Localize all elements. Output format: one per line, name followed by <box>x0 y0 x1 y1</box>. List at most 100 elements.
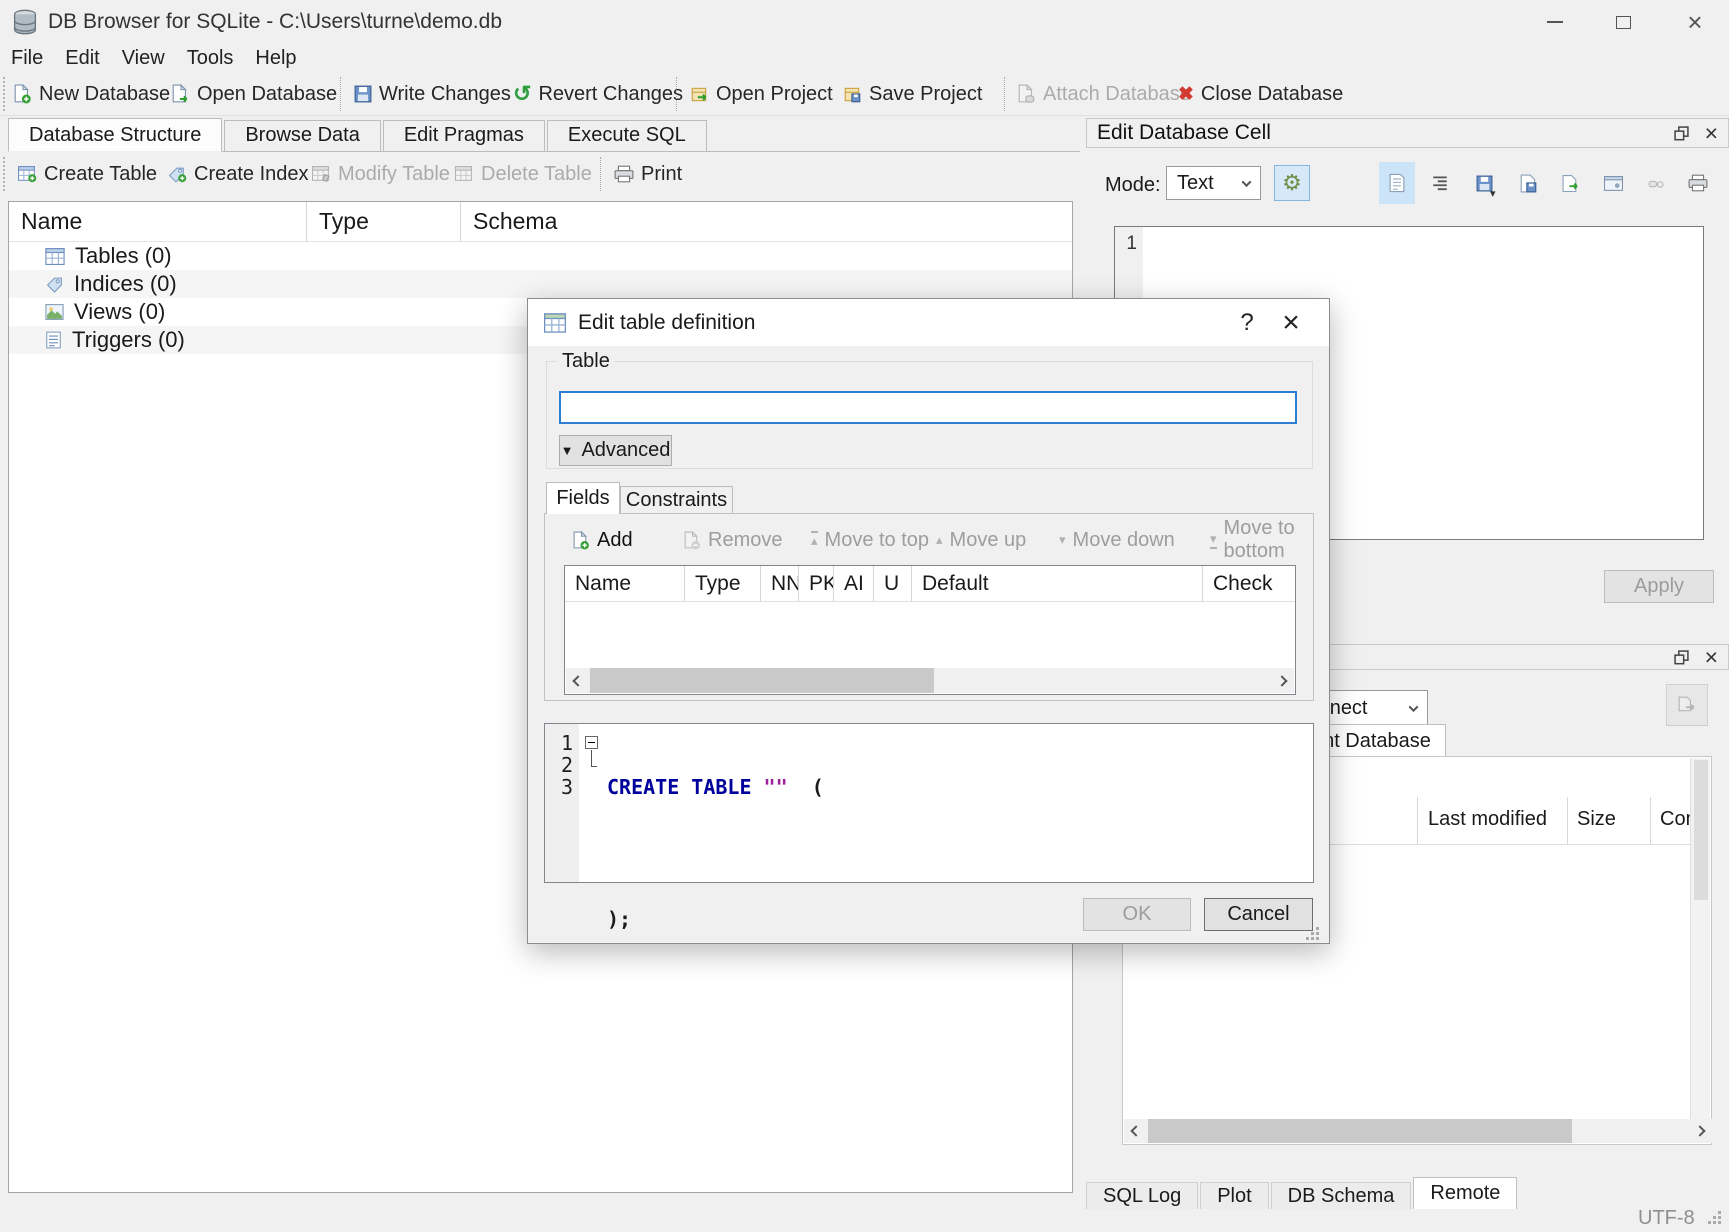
dialog-resize-grip[interactable] <box>1316 927 1319 930</box>
mode-combobox[interactable]: Text <box>1166 166 1261 200</box>
tab-edit-pragmas[interactable]: Edit Pragmas <box>383 120 545 151</box>
dialog-close-button[interactable]: × <box>1269 306 1313 340</box>
modify-table-button[interactable]: Modify Table <box>312 155 450 193</box>
menu-edit[interactable]: Edit <box>54 47 110 70</box>
scrollbar-thumb[interactable] <box>1694 760 1708 900</box>
tree-header-type[interactable]: Type <box>307 202 461 242</box>
image-view-button[interactable] <box>1595 165 1631 201</box>
advanced-button[interactable]: ▼ Advanced <box>559 435 672 466</box>
maximize-button[interactable] <box>1600 7 1646 37</box>
minimize-button[interactable] <box>1532 7 1578 37</box>
horizontal-scrollbar[interactable] <box>1124 1119 1712 1143</box>
close-panel-icon[interactable]: × <box>1705 123 1718 143</box>
word-wrap-button[interactable] <box>1422 165 1458 201</box>
cancel-button[interactable]: Cancel <box>1204 898 1313 931</box>
window-resize-grip[interactable] <box>1718 1211 1721 1214</box>
save-cell-button[interactable]: ▾ <box>1466 165 1502 201</box>
move-to-bottom-button[interactable]: ▾ Move to bottom <box>1210 525 1329 555</box>
scroll-left-icon[interactable] <box>566 668 590 693</box>
write-changes-button[interactable]: Write Changes <box>354 75 511 113</box>
remote-header-size[interactable]: Size <box>1577 808 1616 831</box>
dialog-title-bar: Edit table definition ? × <box>528 299 1329 346</box>
code-fold-icon[interactable] <box>585 736 598 749</box>
print-button[interactable]: Print <box>614 155 682 193</box>
new-database-icon <box>14 84 32 104</box>
close-panel-icon[interactable]: × <box>1705 647 1718 667</box>
col-u[interactable]: U <box>874 566 912 602</box>
encoding-indicator[interactable]: UTF-8 <box>1638 1207 1695 1230</box>
tab-fields[interactable]: Fields <box>546 482 620 514</box>
remote-header-commit[interactable]: Commit <box>1660 808 1690 831</box>
tab-execute-sql[interactable]: Execute SQL <box>547 120 707 151</box>
revert-changes-button[interactable]: ↺ Revert Changes <box>513 75 683 113</box>
vertical-scrollbar[interactable] <box>1690 758 1710 1120</box>
edit-cell-panel-title: Edit Database Cell <box>1097 121 1271 145</box>
save-project-icon <box>843 85 862 104</box>
create-table-button[interactable]: Create Table <box>18 155 157 193</box>
table-name-input[interactable] <box>559 391 1297 424</box>
import-cell-button[interactable] <box>1510 165 1546 201</box>
tab-browse-data[interactable]: Browse Data <box>224 120 381 151</box>
text-view-button[interactable] <box>1379 162 1415 204</box>
col-name[interactable]: Name <box>565 566 685 602</box>
print-icon <box>614 165 634 183</box>
create-index-button[interactable]: Create Index <box>168 155 309 193</box>
save-project-button[interactable]: Save Project <box>843 75 982 113</box>
tree-header-name[interactable]: Name <box>9 202 307 242</box>
remove-field-button[interactable]: Remove <box>684 525 782 555</box>
tab-constraints[interactable]: Constraints <box>620 486 733 513</box>
close-button[interactable]: × <box>1672 7 1718 37</box>
scroll-right-icon[interactable] <box>1270 668 1294 693</box>
remote-header-last-modified[interactable]: Last modified <box>1428 808 1547 831</box>
toolbar-drag-handle[interactable] <box>3 157 6 191</box>
col-nn[interactable]: NN <box>761 566 799 602</box>
tree-row-tables[interactable]: Tables (0) <box>9 242 1072 270</box>
attach-database-button[interactable]: Attach Database <box>1018 75 1191 113</box>
col-pk[interactable]: PK <box>799 566 834 602</box>
menu-view[interactable]: View <box>111 47 176 70</box>
float-panel-icon[interactable] <box>1674 126 1689 141</box>
col-ai[interactable]: AI <box>834 566 874 602</box>
col-default[interactable]: Default <box>912 566 1203 602</box>
close-database-button[interactable]: ✖ Close Database <box>1178 75 1343 113</box>
scroll-right-icon[interactable] <box>1688 1119 1712 1143</box>
col-type[interactable]: Type <box>685 566 761 602</box>
delete-table-button[interactable]: Delete Table <box>455 155 592 193</box>
fold-guide-line <box>591 750 592 766</box>
dialog-help-button[interactable]: ? <box>1225 306 1269 340</box>
col-check[interactable]: Check <box>1203 566 1295 602</box>
app-icon <box>12 9 38 35</box>
open-project-button[interactable]: Open Project <box>690 75 833 113</box>
main-tab-bar: Database Structure Browse Data Edit Prag… <box>8 118 1080 152</box>
indices-icon <box>45 276 64 293</box>
window-title: DB Browser for SQLite - C:\Users\turne\d… <box>48 10 502 34</box>
float-panel-icon[interactable] <box>1674 650 1689 665</box>
tree-header-schema[interactable]: Schema <box>461 202 1072 242</box>
fields-table: Name Type NN PK AI U Default Check <box>564 565 1296 695</box>
new-database-button[interactable]: New Database <box>14 75 170 113</box>
add-field-button[interactable]: Add <box>573 525 633 555</box>
scrollbar-thumb[interactable] <box>1148 1119 1572 1143</box>
apply-button[interactable]: Apply <box>1604 570 1714 603</box>
tab-database-structure[interactable]: Database Structure <box>8 118 222 152</box>
autoswitch-mode-button[interactable]: ⚙ <box>1274 165 1310 201</box>
revert-changes-icon: ↺ <box>513 81 531 107</box>
scrollbar-thumb[interactable] <box>590 668 934 693</box>
export-cell-button[interactable] <box>1552 165 1588 201</box>
create-table-icon <box>18 166 37 183</box>
sql-line-3: ); <box>607 908 824 930</box>
move-down-button[interactable]: ▾ Move down <box>1059 525 1175 555</box>
ok-button[interactable]: OK <box>1083 898 1191 931</box>
clone-database-button[interactable] <box>1666 684 1708 726</box>
menu-help[interactable]: Help <box>244 47 307 70</box>
fields-horizontal-scrollbar[interactable] <box>566 668 1294 693</box>
tree-row-indices[interactable]: Indices (0) <box>9 270 1072 298</box>
move-to-top-button[interactable]: ▴ Move to top <box>811 525 929 555</box>
scroll-left-icon[interactable] <box>1124 1119 1148 1143</box>
print-cell-button[interactable] <box>1680 165 1716 201</box>
menu-tools[interactable]: Tools <box>176 47 245 70</box>
menu-file[interactable]: File <box>0 47 54 70</box>
toolbar-drag-handle[interactable] <box>3 77 6 111</box>
link-button[interactable] <box>1638 165 1674 201</box>
move-up-button[interactable]: ▴ Move up <box>936 525 1026 555</box>
